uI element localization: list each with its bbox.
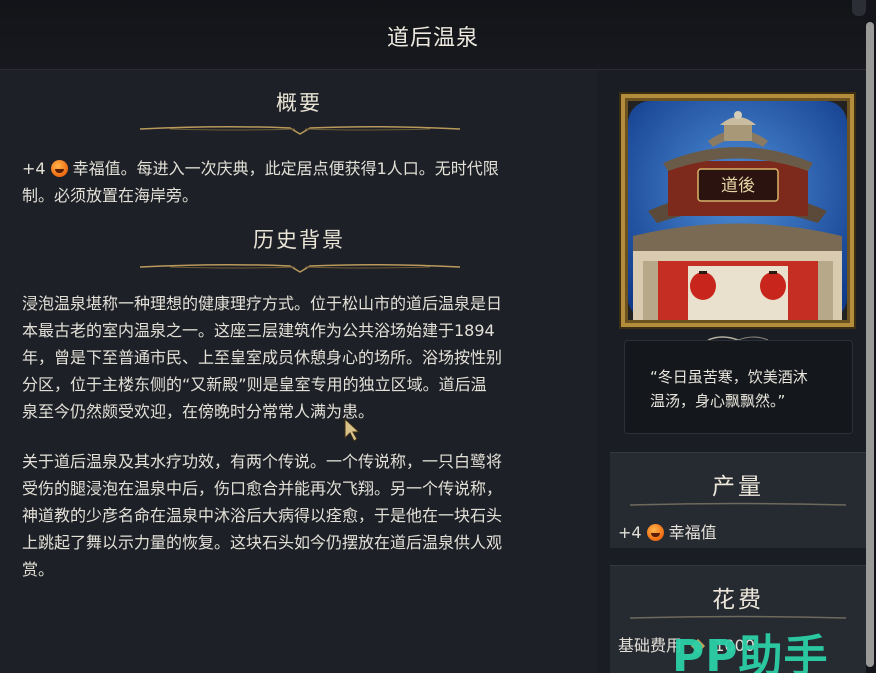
watermark-logo: PP助手 bbox=[672, 631, 829, 673]
history-p1-line: 分区，位于主楼东侧的“又新殿”则是皇室专用的独立区域。道后温 bbox=[22, 375, 487, 394]
history-p1-line: 泉至今仍然颇受欢迎，在傍晚时分常常人满为患。 bbox=[22, 402, 375, 421]
wonder-detail-screen: 道后温泉 概要 +4 幸福值。每进入一次庆典，此定居点便获得1人口。无时代限 制。… bbox=[0, 0, 876, 673]
yield-row: +4 幸福值 bbox=[618, 519, 717, 543]
history-p2-line: 关于道后温泉及其水疗功效，有两个传说。一个传说称，一只白鹭将 bbox=[22, 452, 503, 471]
scrollbar-thumb[interactable] bbox=[866, 22, 874, 667]
history-paragraph-1: 浸泡温泉堪称一种理想的健康理疗方式。位于松山市的道后温泉是日 本最古老的室内温泉… bbox=[22, 290, 570, 425]
history-heading: 历史背景 bbox=[253, 228, 345, 252]
yield-heading: 产量 bbox=[712, 474, 764, 500]
history-p1-line: 浸泡温泉堪称一种理想的健康理疗方式。位于松山市的道后温泉是日 bbox=[22, 294, 503, 313]
overview-divider bbox=[140, 125, 460, 135]
happiness-emoji-icon bbox=[646, 524, 664, 541]
top-tab-nub bbox=[852, 0, 866, 16]
history-divider bbox=[140, 263, 460, 273]
yield-label: 幸福值 bbox=[668, 523, 717, 542]
history-p2-line: 受伤的腿浸泡在温泉中后，伤口愈合并能再次飞翔。另一个传说称， bbox=[22, 479, 503, 498]
yield-prefix: +4 bbox=[618, 523, 642, 542]
history-paragraph-2: 关于道后温泉及其水疗功效，有两个传说。一个传说称，一只白鹭将 受伤的腿浸泡在温泉… bbox=[22, 448, 570, 583]
yield-panel: 产量 +4 幸福值 bbox=[610, 452, 866, 548]
portrait-sign: 道後 bbox=[721, 176, 755, 196]
overview-prefix: +4 bbox=[22, 159, 46, 178]
overview-text: +4 幸福值。每进入一次庆典，此定居点便获得1人口。无时代限 制。必须放置在海岸旁… bbox=[22, 155, 570, 209]
history-p2-line: 赏。 bbox=[22, 560, 55, 579]
bathhouse-illustration-icon: 道後 bbox=[628, 101, 847, 320]
cost-heading: 花费 bbox=[712, 587, 764, 613]
history-p1-line: 本最古老的室内温泉之一。这座三层建筑作为公共浴场始建于1894 bbox=[22, 321, 495, 340]
quote-line1: “冬日虽苦寒，饮美酒沐 bbox=[650, 368, 808, 386]
title-bar: 道后温泉 bbox=[0, 0, 866, 70]
overview-heading: 概要 bbox=[276, 91, 322, 115]
yield-divider bbox=[630, 502, 846, 506]
quote-line2: 温汤，身心飘飘然。” bbox=[650, 392, 786, 410]
wonder-quote: “冬日虽苦寒，饮美酒沐 温汤，身心飘飘然。” bbox=[650, 365, 840, 413]
happiness-emoji-icon bbox=[50, 160, 68, 177]
wonder-portrait: 道後 bbox=[621, 94, 854, 327]
history-p2-line: 上跳起了舞以示力量的恢复。这块石头如今仍摆放在道后温泉供人观 bbox=[22, 533, 503, 552]
history-p1-line: 年，曾是下至普通市民、上至皇室成员休憩身心的场所。浴场按性别 bbox=[22, 348, 503, 367]
page-title: 道后温泉 bbox=[386, 26, 479, 51]
overview-line1: 幸福值。每进入一次庆典，此定居点便获得1人口。无时代限 bbox=[72, 159, 499, 178]
history-p2-line: 神道教的少彦名命在温泉中沐浴后大病得以痊愈，于是他在一块石头 bbox=[22, 506, 503, 525]
mouse-cursor-icon bbox=[344, 418, 361, 442]
overview-line2: 制。必须放置在海岸旁。 bbox=[22, 186, 199, 205]
